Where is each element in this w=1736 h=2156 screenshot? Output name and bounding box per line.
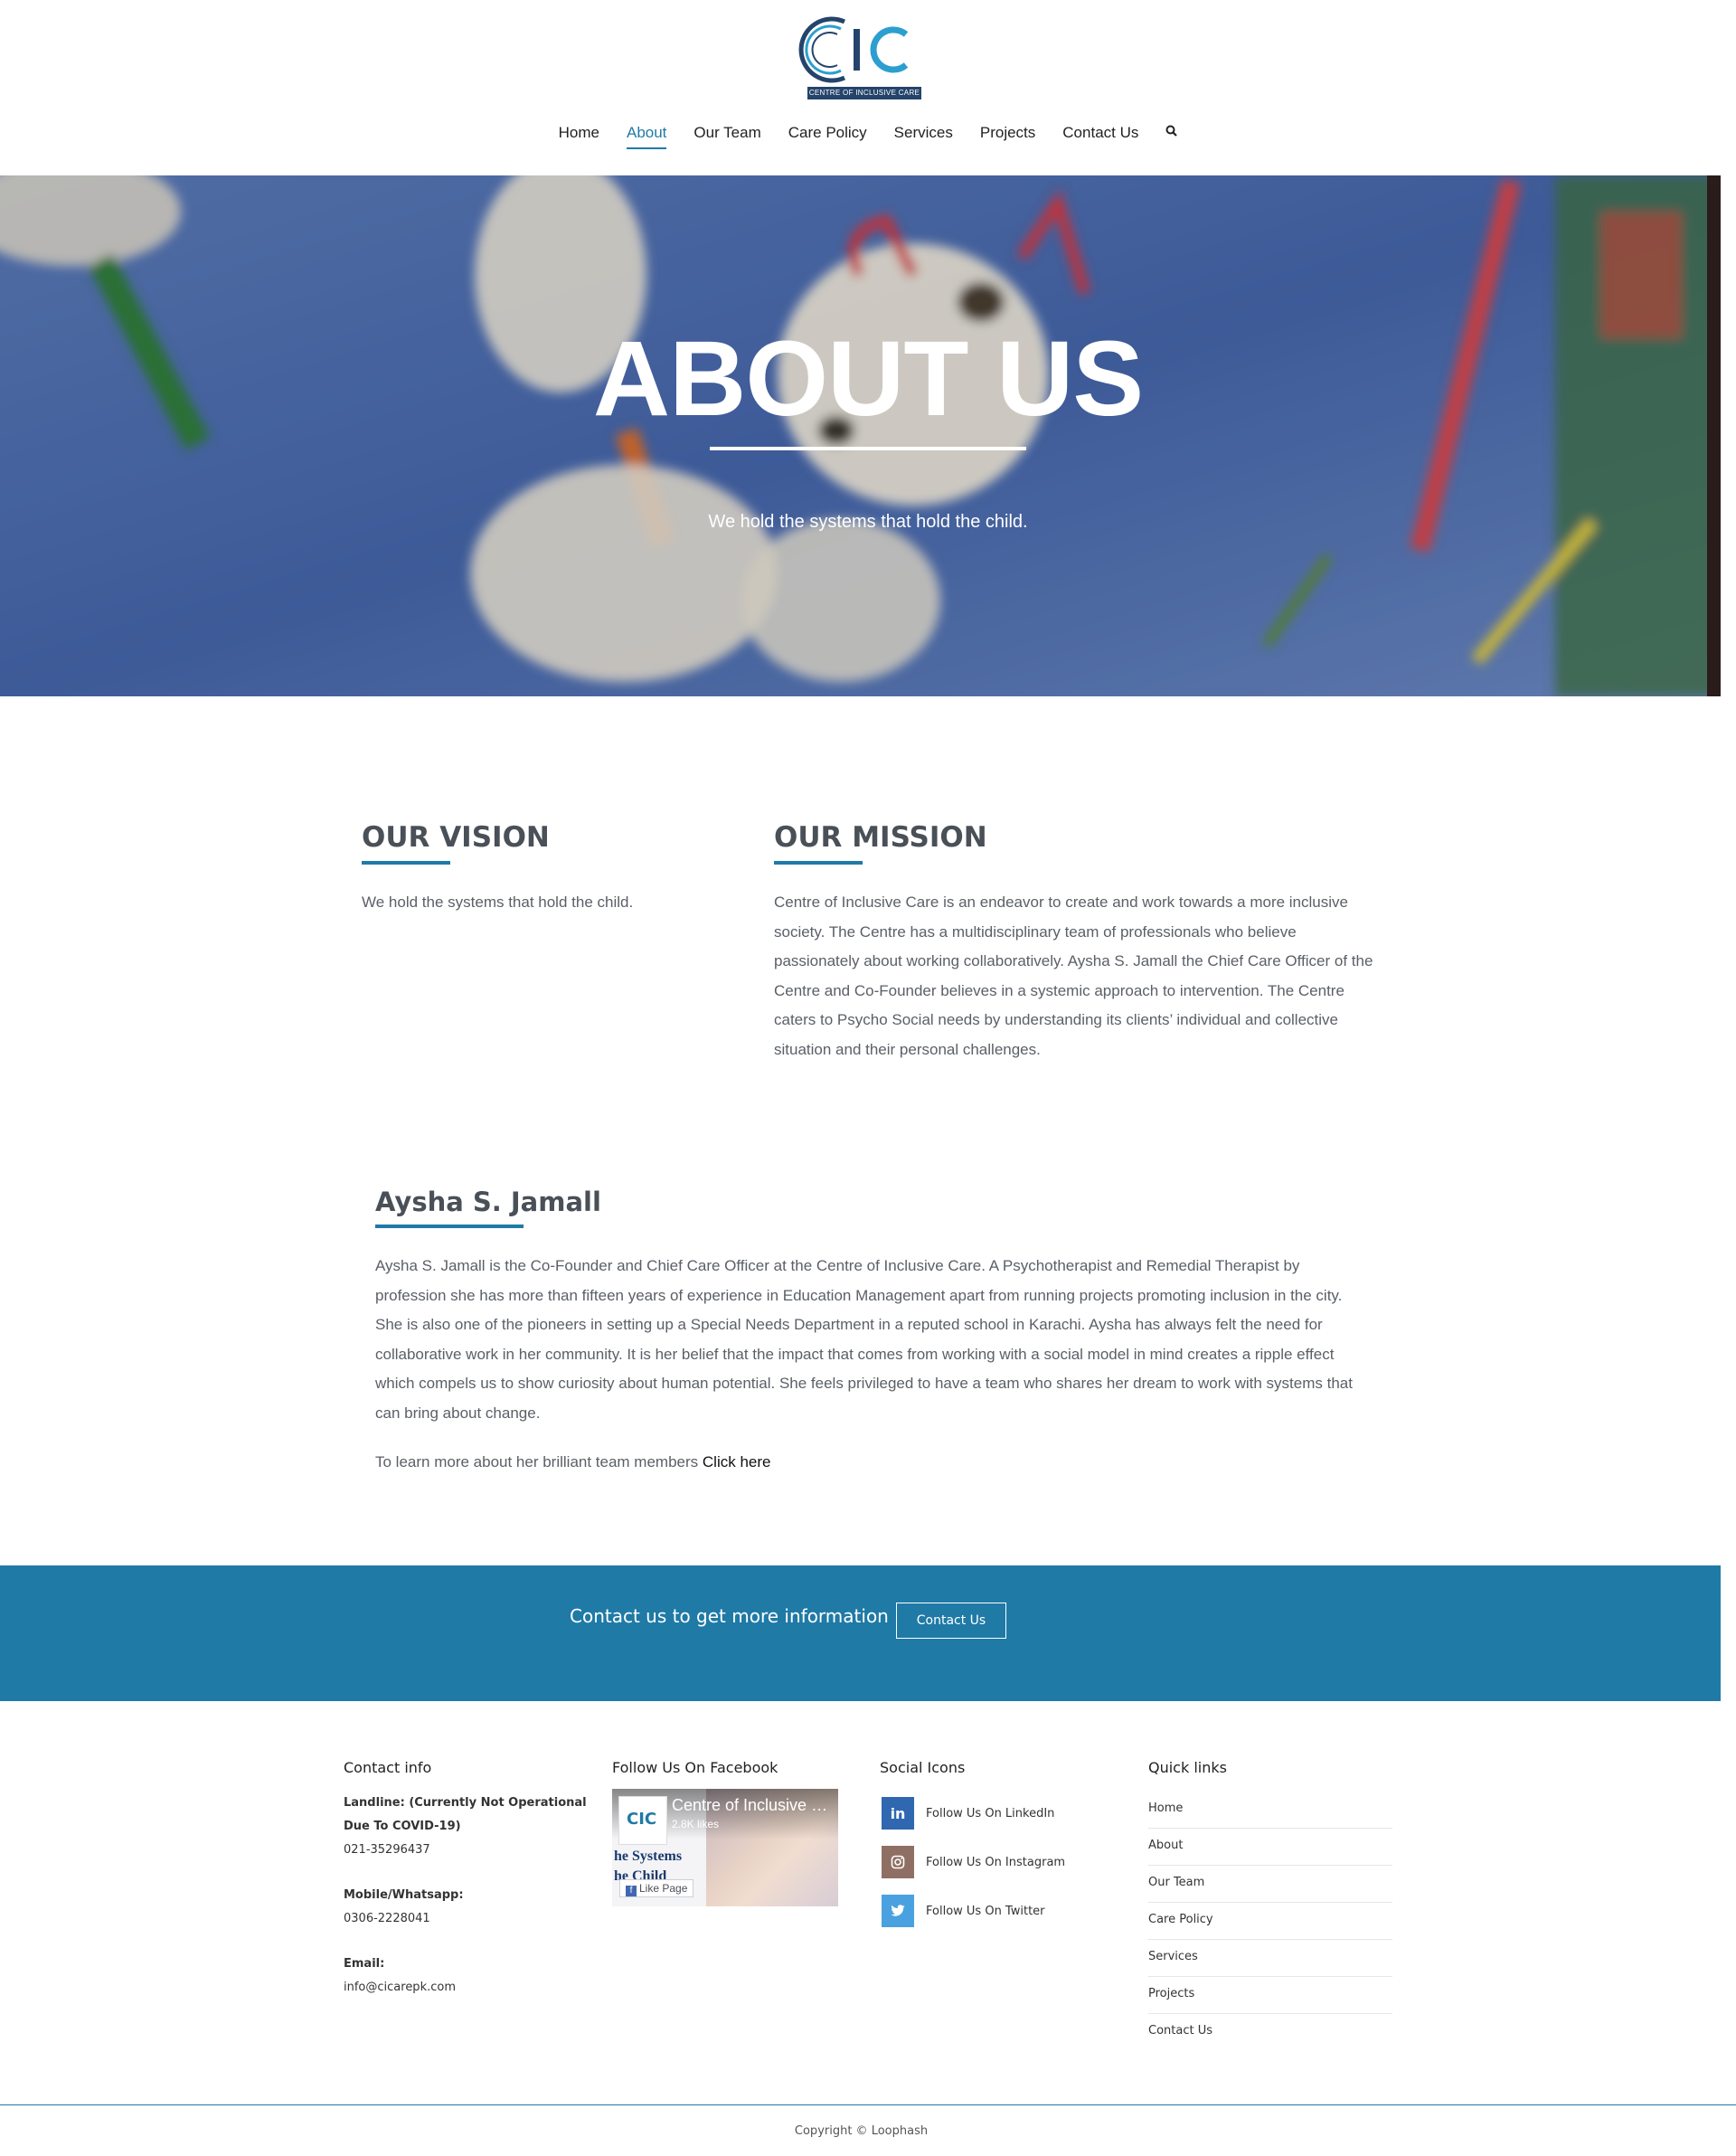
vision-text: We hold the systems that hold the child. (362, 894, 634, 911)
site-header: CENTRE OF INCLUSIVE CARE Home About Our … (0, 0, 1736, 175)
fb-like-label: Like Page (639, 1882, 688, 1895)
footer-divider (0, 2104, 1736, 2105)
instagram-link[interactable]: Follow Us On Instagram (882, 1846, 1117, 1878)
facebook-title: Follow Us On Facebook (612, 1759, 778, 1776)
facebook-page-widget[interactable]: CIC Centre of Inclusive Care 2.8K likes … (612, 1789, 838, 1906)
learn-more-text: To learn more about her brilliant team m… (375, 1453, 699, 1470)
fb-cover-slogan-1: he Systems (614, 1849, 683, 1864)
linkedin-link[interactable]: in Follow Us On LinkedIn (882, 1797, 1117, 1830)
mobile-number: 0306-2228041 (344, 1912, 430, 1925)
instagram-icon (882, 1846, 914, 1878)
logo-tagline: CENTRE OF INCLUSIVE CARE (807, 87, 921, 99)
hero-title: ABOUT US (592, 319, 1144, 439)
linkedin-label: Follow Us On LinkedIn (926, 1806, 1055, 1820)
social-icons-title: Social Icons (880, 1759, 966, 1776)
landline-number: 021-35296437 (344, 1843, 430, 1857)
nav-care-policy[interactable]: Care Policy (775, 121, 881, 145)
linkedin-icon: in (882, 1797, 914, 1830)
twitter-link[interactable]: Follow Us On Twitter (882, 1895, 1117, 1927)
site-footer: Contact info Follow Us On Facebook Socia… (0, 1701, 1736, 2063)
fb-page-avatar[interactable]: CIC (618, 1796, 667, 1845)
mission-heading: OUR MISSION (774, 821, 987, 854)
founder-underline (375, 1225, 524, 1228)
copyright-text: Copyright © Loophash (794, 2124, 929, 2138)
founder-heading: Aysha S. Jamall (375, 1187, 601, 1217)
nav-services[interactable]: Services (881, 121, 967, 145)
founder-bio: Aysha S. Jamall is the Co-Founder and Ch… (375, 1257, 1353, 1422)
twitter-label: Follow Us On Twitter (926, 1904, 1045, 1918)
logo-mark-icon (798, 16, 909, 83)
learn-more-line: To learn more about her brilliant team m… (375, 1453, 1370, 1471)
quick-link-projects[interactable]: Projects (1148, 1977, 1392, 2014)
nav-projects[interactable]: Projects (967, 121, 1049, 145)
vision-underline (362, 861, 450, 865)
contact-info: Landline: (Currently Not Operational Due… (344, 1792, 588, 2000)
fb-page-name[interactable]: Centre of Inclusive Care (672, 1796, 835, 1815)
cta-text: Contact us to get more information (570, 1605, 889, 1627)
mobile-label: Mobile/Whatsapp: (344, 1888, 464, 1902)
facebook-icon: f (626, 1886, 637, 1896)
nav-home[interactable]: Home (545, 121, 613, 145)
quick-link-our-team[interactable]: Our Team (1148, 1866, 1392, 1903)
vision-section: OUR VISION We hold the systems that hold… (362, 818, 723, 918)
nav-contact-us[interactable]: Contact Us (1049, 121, 1152, 145)
mission-section: OUR MISSION Centre of Inclusive Care is … (774, 818, 1380, 1064)
vision-heading: OUR VISION (362, 821, 550, 854)
hero-underline (710, 447, 1026, 450)
cic-logo[interactable]: CENTRE OF INCLUSIVE CARE (797, 13, 931, 103)
quick-link-contact-us[interactable]: Contact Us (1148, 2014, 1392, 2051)
quick-link-about[interactable]: About (1148, 1829, 1392, 1866)
quick-link-services[interactable]: Services (1148, 1940, 1392, 1977)
quick-link-home[interactable]: Home (1148, 1792, 1392, 1829)
email-label: Email: (344, 1957, 385, 1971)
contact-us-button[interactable]: Contact Us (896, 1603, 1006, 1639)
contact-cta-band: Contact us to get more information Conta… (0, 1565, 1721, 1701)
founder-section: Aysha S. Jamall Aysha S. Jamall is the C… (375, 1183, 1370, 1471)
landline-label: Landline: (Currently Not Operational Due… (344, 1796, 587, 1833)
instagram-label: Follow Us On Instagram (926, 1855, 1066, 1869)
twitter-icon (882, 1895, 914, 1927)
nav-our-team[interactable]: Our Team (680, 121, 774, 145)
mission-underline (774, 861, 863, 865)
quick-links: Home About Our Team Care Policy Services… (1148, 1792, 1392, 2051)
main-nav: Home About Our Team Care Policy Services… (0, 121, 1736, 149)
contact-info-title: Contact info (344, 1759, 432, 1776)
nav-about[interactable]: About (613, 121, 680, 149)
quick-link-care-policy[interactable]: Care Policy (1148, 1903, 1392, 1940)
email-address[interactable]: info@cicarepk.com (344, 1976, 588, 2000)
quick-links-title: Quick links (1148, 1759, 1227, 1776)
fb-avatar-text: CIC (627, 1810, 657, 1829)
social-links: in Follow Us On LinkedIn Follow Us On In… (882, 1797, 1117, 1943)
fb-like-page-button[interactable]: f Like Page (619, 1879, 694, 1897)
hero-banner: ABOUT US We hold the systems that hold t… (0, 175, 1721, 696)
search-icon[interactable] (1152, 121, 1191, 145)
click-here-link[interactable]: Click here (703, 1453, 771, 1470)
fb-likes-count: 2.8K likes (672, 1818, 720, 1830)
hero-subtitle: We hold the systems that hold the child. (708, 512, 1028, 532)
mission-text: Centre of Inclusive Care is an endeavor … (774, 894, 1373, 1058)
